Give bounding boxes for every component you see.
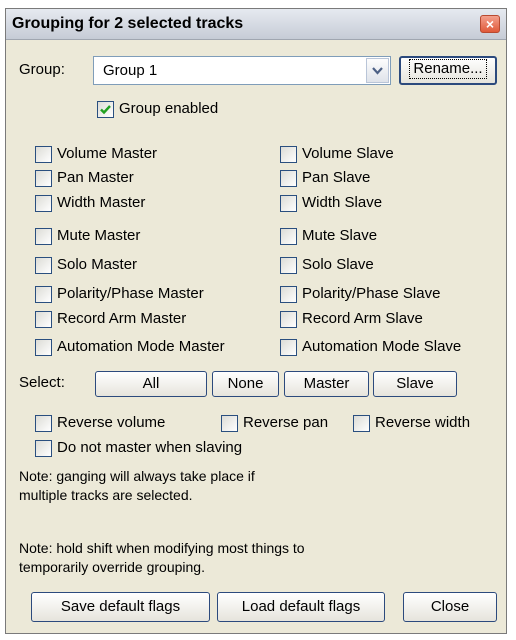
ganging-note: Note: ganging will always take place if … [19,467,255,505]
do-not-master-checkbox[interactable] [35,440,52,457]
close-icon: × [485,16,495,32]
rename-button[interactable]: Rename... [399,56,497,85]
shift-note-line-2: temporarily override grouping. [19,559,205,575]
solo-master-checkbox[interactable] [35,257,52,274]
pan-master-label: Pan Master [57,169,134,186]
automation-mode-master-label: Automation Mode Master [57,338,225,355]
record-arm-master-label: Record Arm Master [57,310,187,327]
pan-master-checkbox[interactable] [35,170,52,187]
group-select-value: Group 1 [103,62,158,79]
ganging-note-line-2: multiple tracks are selected. [19,487,193,503]
group-enabled-checkbox[interactable] [97,101,114,118]
shift-note-line-1: Note: hold shift when modifying most thi… [19,540,305,556]
save-default-flags-button[interactable]: Save default flags [31,592,210,622]
save-default-flags-label: Save default flags [60,598,181,615]
group-label: Group: [19,61,65,78]
automation-mode-slave-checkbox[interactable] [280,339,297,356]
polarity-phase-master-label: Polarity/Phase Master [57,285,204,302]
automation-mode-master-checkbox[interactable] [35,339,52,356]
window-title: Grouping for 2 selected tracks [12,15,244,32]
width-master-checkbox[interactable] [35,195,52,212]
width-master-label: Width Master [57,194,146,211]
pan-slave-label: Pan Slave [302,169,371,186]
width-slave-checkbox[interactable] [280,195,297,212]
select-none-label: None [227,375,264,392]
close-window-button[interactable]: × [480,15,500,33]
select-master-label: Master [303,375,350,392]
select-all-button[interactable]: All [95,371,207,397]
volume-master-checkbox[interactable] [35,146,52,163]
close-button[interactable]: Close [403,592,497,622]
automation-mode-slave-label: Automation Mode Slave [302,338,462,355]
record-arm-slave-checkbox[interactable] [280,311,297,328]
record-arm-slave-label: Record Arm Slave [302,310,423,327]
load-default-flags-label: Load default flags [241,598,361,615]
rename-button-label: Rename... [409,59,487,79]
mute-slave-checkbox[interactable] [280,228,297,245]
reverse-pan-checkbox[interactable] [221,415,238,432]
shift-note: Note: hold shift when modifying most thi… [19,539,305,577]
reverse-volume-label: Reverse volume [57,414,166,431]
pan-slave-checkbox[interactable] [280,170,297,187]
volume-slave-label: Volume Slave [302,145,394,162]
volume-slave-checkbox[interactable] [280,146,297,163]
load-default-flags-button[interactable]: Load default flags [217,592,385,622]
chevron-down-icon [372,67,383,75]
title-bar[interactable]: Grouping for 2 selected tracks × [6,9,506,40]
select-master-button[interactable]: Master [284,371,369,397]
mute-master-label: Mute Master [57,227,141,244]
close-button-label: Close [430,598,470,615]
polarity-phase-slave-checkbox[interactable] [280,286,297,303]
reverse-width-checkbox[interactable] [353,415,370,432]
record-arm-master-checkbox[interactable] [35,311,52,328]
select-slave-button[interactable]: Slave [373,371,457,397]
volume-master-label: Volume Master [57,145,158,162]
select-all-label: All [142,375,160,392]
reverse-pan-label: Reverse pan [243,414,329,431]
select-slave-label: Slave [396,375,434,392]
group-select[interactable]: Group 1 [93,56,391,85]
polarity-phase-master-checkbox[interactable] [35,286,52,303]
reverse-width-label: Reverse width [375,414,471,431]
solo-master-label: Solo Master [57,256,138,273]
group-enabled-label: Group enabled [119,100,219,117]
width-slave-label: Width Slave [302,194,383,211]
solo-slave-checkbox[interactable] [280,257,297,274]
ganging-note-line-1: Note: ganging will always take place if [19,468,255,484]
polarity-phase-slave-label: Polarity/Phase Slave [302,285,441,302]
select-none-button[interactable]: None [212,371,279,397]
grouping-dialog: Grouping for 2 selected tracks × Group: … [5,8,507,634]
solo-slave-label: Solo Slave [302,256,374,273]
do-not-master-label: Do not master when slaving [57,439,243,456]
mute-slave-label: Mute Slave [302,227,378,244]
checkmark-icon [100,105,111,115]
reverse-volume-checkbox[interactable] [35,415,52,432]
select-label: Select: [19,374,65,391]
dropdown-button[interactable] [366,58,389,83]
mute-master-checkbox[interactable] [35,228,52,245]
